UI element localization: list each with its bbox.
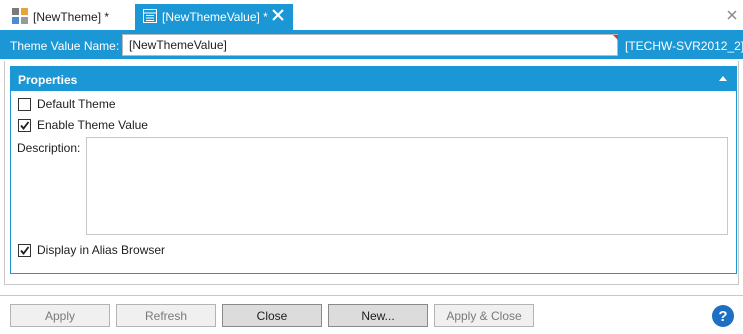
properties-header[interactable]: Properties: [11, 67, 736, 91]
theme-value-icon: [143, 8, 157, 26]
display-in-alias-browser-checkbox[interactable]: Display in Alias Browser: [18, 243, 165, 257]
close-tab-icon[interactable]: [271, 8, 285, 22]
new-button[interactable]: New...: [328, 304, 428, 327]
enable-theme-value-checkbox[interactable]: Enable Theme Value: [18, 118, 148, 132]
theme-grid-icon: [12, 7, 28, 27]
checkbox-box[interactable]: [18, 243, 31, 257]
apply-button[interactable]: Apply: [10, 304, 110, 327]
description-label: Description:: [17, 141, 81, 155]
tab-label: [NewThemeValue] *: [162, 10, 268, 24]
close-button[interactable]: Close: [222, 304, 322, 327]
checkbox-label: Display in Alias Browser: [37, 243, 166, 257]
checkbox-label: Enable Theme Value: [37, 118, 148, 132]
checkbox-box[interactable]: [18, 118, 31, 132]
theme-value-name-input[interactable]: [122, 34, 618, 56]
refresh-button[interactable]: Refresh: [116, 304, 216, 327]
help-icon[interactable]: ?: [712, 305, 734, 327]
tab-strip: [NewTheme] * [NewThemeValue] *: [0, 0, 743, 30]
default-theme-checkbox[interactable]: Default Theme: [18, 97, 116, 111]
collapse-arrow-icon[interactable]: [719, 76, 727, 81]
checkmark-icon: [20, 245, 30, 255]
properties-panel: Properties Default Theme Enable Theme Va…: [10, 66, 737, 274]
theme-value-name-label: Theme Value Name:: [10, 39, 120, 53]
description-textarea[interactable]: [86, 137, 728, 235]
button-bar-divider: [0, 295, 743, 296]
close-window-icon[interactable]: [727, 9, 737, 20]
tab-new-theme-value[interactable]: [NewThemeValue] *: [135, 4, 293, 30]
tab-new-theme[interactable]: [NewTheme] *: [6, 4, 133, 30]
apply-and-close-button[interactable]: Apply & Close: [434, 304, 534, 327]
tab-label: [NewTheme] *: [33, 10, 110, 24]
properties-title: Properties: [18, 73, 78, 87]
checkbox-box[interactable]: [18, 97, 31, 111]
server-name: [TECHW-SVR2012_2]: [625, 39, 743, 53]
checkmark-icon: [20, 120, 30, 130]
required-marker: [613, 35, 618, 40]
name-bar: Theme Value Name: [TECHW-SVR2012_2]: [0, 32, 743, 59]
checkbox-label: Default Theme: [37, 97, 116, 111]
